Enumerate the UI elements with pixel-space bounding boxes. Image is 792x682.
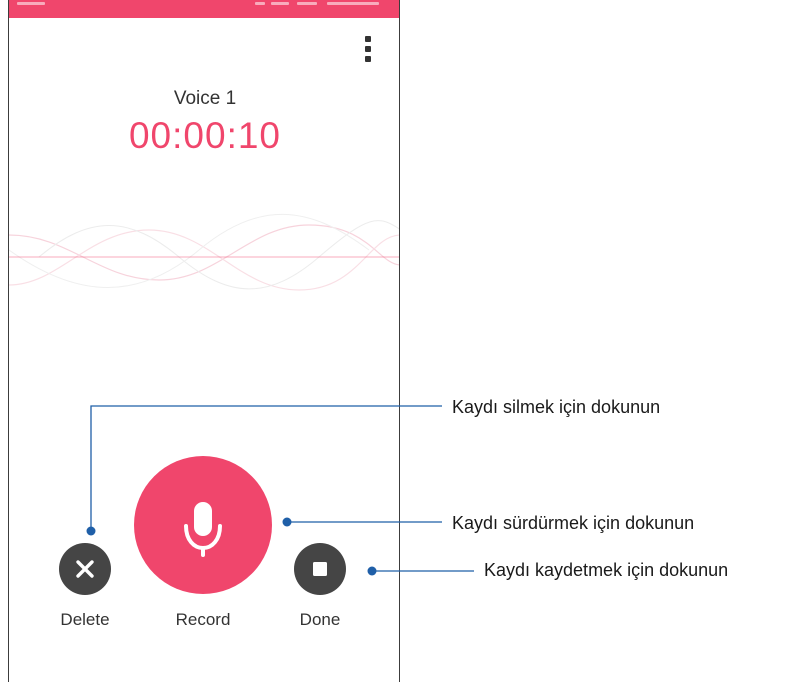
stop-icon xyxy=(313,562,327,576)
record-label: Record xyxy=(175,610,231,629)
recorder-screen-page: Voice 1 00:00:10 Delete Record Done Kayd… xyxy=(0,0,792,682)
delete-button[interactable] xyxy=(59,543,111,595)
status-icon-signal xyxy=(255,2,265,5)
callout-delete-text: Kaydı silmek için dokunun xyxy=(452,397,661,417)
record-button[interactable] xyxy=(134,456,272,594)
callout-done-text: Kaydı kaydetmek için dokunun xyxy=(484,560,729,580)
status-icon-battery xyxy=(297,2,317,5)
status-clock xyxy=(327,2,379,5)
status-icon-left xyxy=(17,2,45,5)
done-label: Done xyxy=(299,610,341,629)
recording-timer: 00:00:10 xyxy=(128,115,282,156)
overflow-menu-icon[interactable] xyxy=(359,32,377,66)
status-icon-network xyxy=(271,2,289,5)
close-icon xyxy=(76,560,94,578)
status-bar xyxy=(9,0,399,18)
done-button[interactable] xyxy=(294,543,346,595)
recording-name: Voice 1 xyxy=(173,88,237,109)
delete-label: Delete xyxy=(60,610,110,629)
phone-screen: Voice 1 00:00:10 Delete Record Done xyxy=(8,0,400,682)
callout-record-text: Kaydı sürdürmek için dokunun xyxy=(452,513,695,533)
microphone-icon xyxy=(184,502,222,557)
waveform-visualization xyxy=(9,213,399,291)
